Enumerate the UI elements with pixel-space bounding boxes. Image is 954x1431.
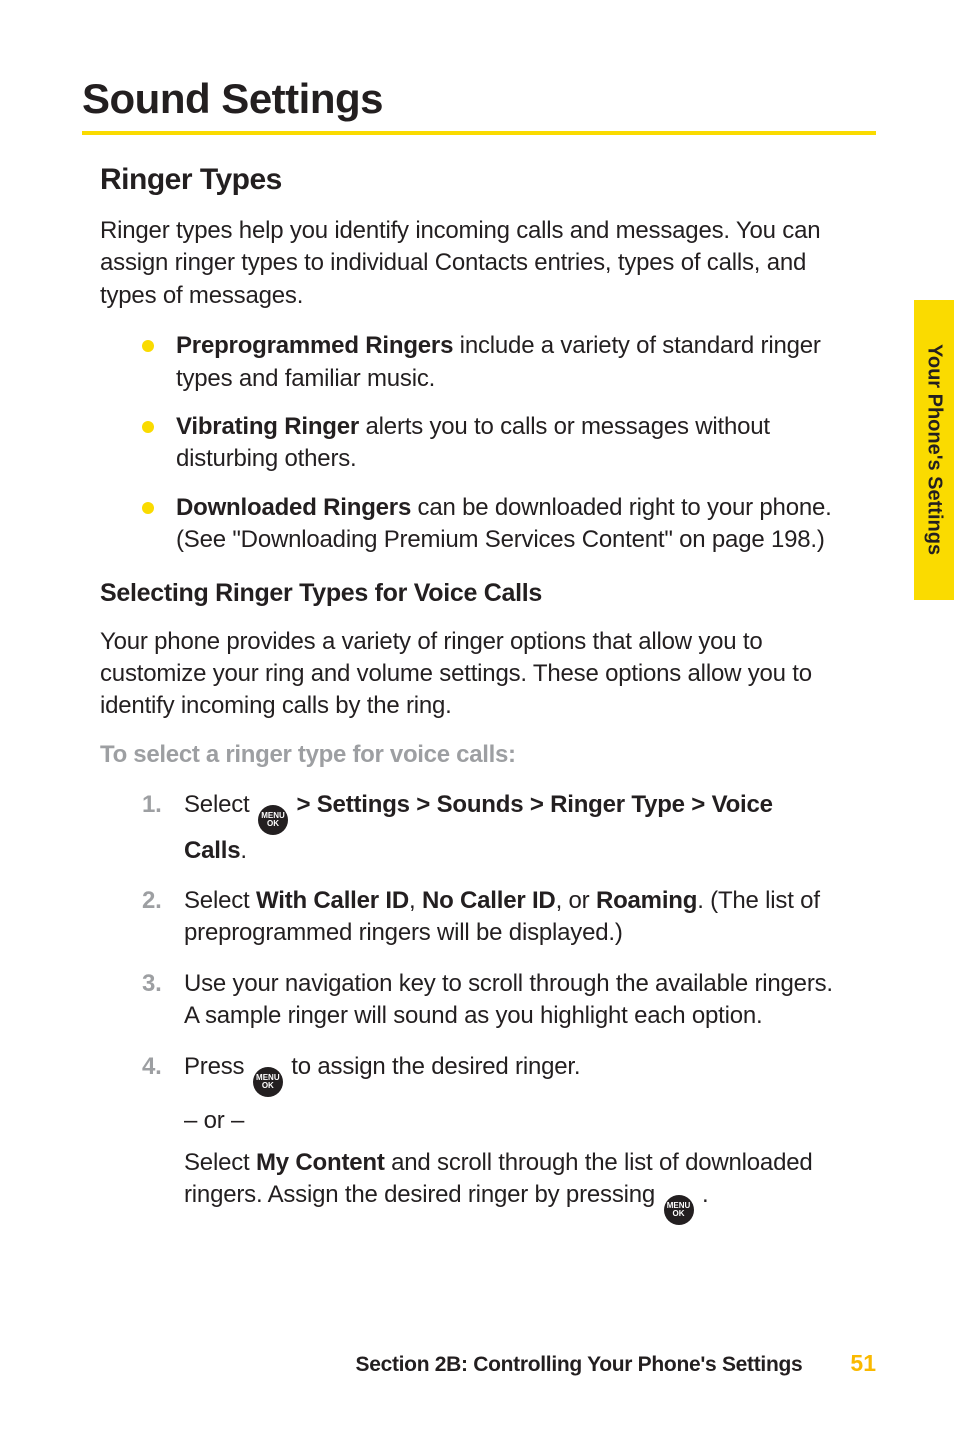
footer-page-number: 51 bbox=[850, 1350, 876, 1377]
step-text: Select bbox=[184, 791, 256, 818]
page-title: Sound Settings bbox=[82, 75, 876, 135]
intro-paragraph: Ringer types help you identify incoming … bbox=[100, 215, 836, 312]
subsection-heading: Selecting Ringer Types for Voice Calls bbox=[100, 579, 876, 608]
bullet-item: Vibrating Ringer alerts you to calls or … bbox=[142, 411, 836, 476]
step-number: 3. bbox=[142, 968, 162, 1000]
step-text: Select bbox=[184, 1149, 256, 1176]
step-item: 4. Press MENUOK to assign the desired ri… bbox=[142, 1051, 836, 1226]
lead-text: To select a ringer type for voice calls: bbox=[100, 741, 836, 769]
step-number: 1. bbox=[142, 789, 162, 821]
step-text: Press bbox=[184, 1053, 251, 1080]
menu-ok-icon: MENUOK bbox=[664, 1195, 694, 1225]
page-footer: Section 2B: Controlling Your Phone's Set… bbox=[0, 1350, 954, 1377]
step-text: , or bbox=[556, 887, 596, 914]
menu-ok-icon: MENUOK bbox=[253, 1067, 283, 1097]
footer-section: Section 2B: Controlling Your Phone's Set… bbox=[355, 1353, 802, 1377]
section-heading: Ringer Types bbox=[100, 163, 876, 197]
bullet-bold: Vibrating Ringer bbox=[176, 413, 359, 440]
step-text: . bbox=[240, 837, 246, 864]
page-content: Sound Settings Ringer Types Ringer types… bbox=[0, 0, 954, 1431]
step-text: Use your navigation key to scroll throug… bbox=[184, 970, 833, 1029]
bullet-bold: Preprogrammed Ringers bbox=[176, 332, 453, 359]
bullet-item: Preprogrammed Ringers include a variety … bbox=[142, 330, 836, 395]
bullet-list: Preprogrammed Ringers include a variety … bbox=[142, 330, 836, 556]
or-divider: – or – bbox=[184, 1105, 836, 1137]
icon-line2: OK bbox=[262, 1081, 274, 1090]
step-item: 3. Use your navigation key to scroll thr… bbox=[142, 968, 836, 1033]
step-text: , bbox=[409, 887, 422, 914]
step-text: to assign the desired ringer. bbox=[285, 1053, 581, 1080]
step-bold: No Caller ID bbox=[422, 887, 556, 914]
step-bold: With Caller ID bbox=[256, 887, 409, 914]
bullet-item: Downloaded Ringers can be downloaded rig… bbox=[142, 492, 836, 557]
step-list: 1. Select MENUOK > Settings > Sounds > R… bbox=[142, 789, 836, 1226]
step-text: Select bbox=[184, 887, 256, 914]
icon-line2: OK bbox=[673, 1209, 685, 1218]
body-paragraph: Your phone provides a variety of ringer … bbox=[100, 626, 836, 723]
icon-line2: OK bbox=[267, 819, 279, 828]
step-item: 2. Select With Caller ID, No Caller ID, … bbox=[142, 885, 836, 950]
step-number: 2. bbox=[142, 885, 162, 917]
menu-ok-icon: MENUOK bbox=[258, 805, 288, 835]
step-number: 4. bbox=[142, 1051, 162, 1083]
bullet-bold: Downloaded Ringers bbox=[176, 494, 411, 521]
step-bold: Roaming bbox=[596, 887, 697, 914]
step-text: . bbox=[696, 1181, 709, 1208]
step-bold: My Content bbox=[256, 1149, 385, 1176]
step-item: 1. Select MENUOK > Settings > Sounds > R… bbox=[142, 789, 836, 867]
